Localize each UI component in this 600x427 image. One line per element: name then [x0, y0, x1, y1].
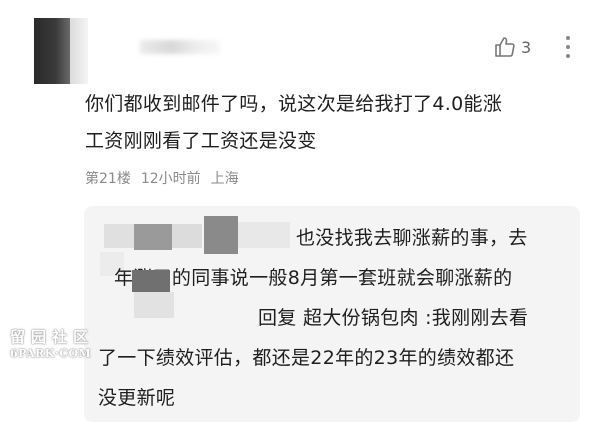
like-count: 3: [521, 37, 532, 57]
comment-line: 你们都收到邮件了吗，说这次是给我打了4.0能涨: [85, 93, 503, 115]
floor-number: 第21楼: [85, 171, 131, 187]
pixelated-username: [134, 292, 174, 318]
watermark-cn: 留园社区: [10, 328, 95, 346]
comment-meta: 第21楼 12小时前 上海: [85, 168, 239, 188]
like-button[interactable]: 3: [493, 34, 531, 60]
site-watermark: 留园社区 6PARK·COM: [10, 326, 100, 360]
post-location: 上海: [210, 171, 239, 187]
comment-line: 工资刚刚看了工资还是没变: [85, 130, 317, 152]
reply-line: 没更新呢: [98, 387, 176, 409]
user-avatar[interactable]: [34, 18, 88, 84]
watermark-en: 6PARK·COM: [10, 347, 92, 360]
pixelated-username: [132, 270, 170, 292]
reply-body: 也没找我去聊涨薪的事，去 年涨了的同事说一般8月第一套班就会聊涨薪的 回复 超大…: [84, 218, 570, 418]
reply-line: 也没找我去聊涨薪的事，去: [296, 227, 528, 249]
more-vertical-icon: [566, 36, 570, 40]
comment-body: 你们都收到邮件了吗，说这次是给我打了4.0能涨 工资刚刚看了工资还是没变: [85, 86, 585, 160]
more-options-button[interactable]: [558, 34, 578, 60]
post-time: 12小时前: [140, 171, 201, 187]
reply-line: 了一下绩效评估，都还是22年的23年的绩效都还: [98, 347, 515, 369]
thumbs-up-icon: [495, 37, 515, 57]
username[interactable]: [140, 40, 220, 54]
